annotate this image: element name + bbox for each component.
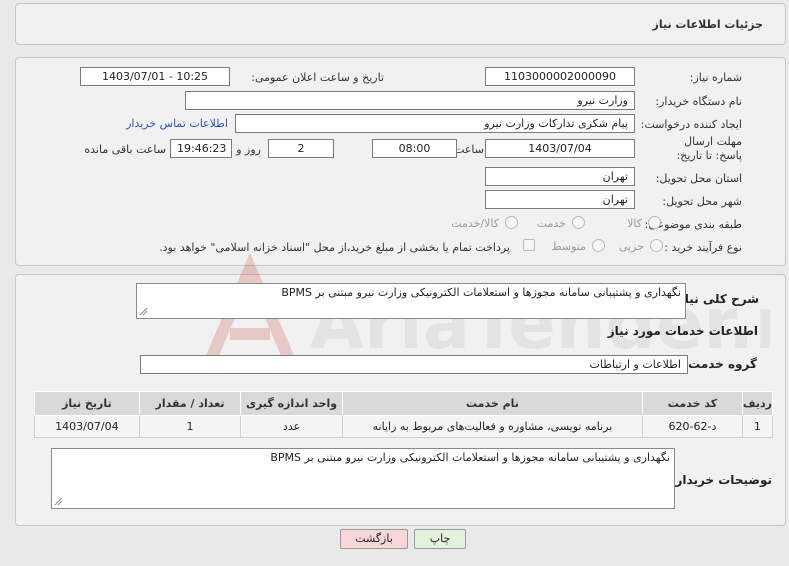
summary-textarea[interactable]: نگهداری و پشتیبانی سامانه مجوزها و استعل… (136, 283, 686, 319)
category-both-radio[interactable] (505, 216, 518, 229)
deadline-time-label: ساعت (454, 143, 484, 156)
back-button[interactable]: بازگشت (340, 529, 408, 549)
deadline-time-field: 08:00 (372, 139, 457, 158)
services-table: ردیف کد خدمت نام خدمت واحد اندازه گیری ت… (34, 391, 774, 438)
remaining-time-field: 19:46:23 (170, 139, 232, 158)
service-group-field: اطلاعات و ارتباطات (140, 355, 688, 374)
city-field: تهران (485, 190, 635, 209)
summary-text: نگهداری و پشتیبانی سامانه مجوزها و استعل… (281, 286, 681, 299)
category-goods-label: کالا (627, 217, 642, 230)
treasury-payment-checkbox[interactable] (523, 239, 535, 251)
cell-need-date: 1403/07/04 (34, 415, 140, 438)
process-minor-radio[interactable] (650, 239, 663, 252)
process-medium-label: متوسط (551, 240, 586, 253)
col-quantity: تعداد / مقدار (138, 391, 242, 416)
services-table-header: ردیف کد خدمت نام خدمت واحد اندازه گیری ت… (34, 391, 774, 416)
process-minor-label: جزیی (618, 240, 644, 253)
announce-date-field: 1403/07/01 - 10:25 (80, 67, 230, 86)
cell-service-code: د-62-620 (642, 415, 743, 438)
page-header: جزئیات اطلاعات نیاز (15, 3, 786, 45)
col-row: ردیف (741, 391, 774, 416)
need-info-panel (15, 57, 786, 266)
need-number-label: شماره نیاز: (689, 71, 742, 84)
col-unit: واحد اندازه گیری (240, 391, 343, 416)
treasury-payment-note: پرداخت تمام یا بخشی از مبلغ خرید،از محل … (159, 241, 510, 254)
print-button[interactable]: چاپ (414, 529, 466, 549)
province-field: تهران (485, 167, 635, 186)
province-label: استان محل تحویل: (655, 172, 742, 185)
table-row: 1 د-62-620 برنامه نویسی، مشاوره و فعالیت… (34, 415, 774, 438)
resize-grip-icon[interactable] (139, 307, 148, 316)
need-number-field: 1103000002000090 (485, 67, 635, 86)
category-service-label: خدمت (536, 217, 566, 230)
buyer-org-field: وزارت نیرو (185, 91, 635, 110)
col-service-name: نام خدمت (341, 391, 644, 416)
remaining-label: ساعت باقی مانده (84, 143, 166, 156)
col-need-date: تاریخ نیاز (34, 391, 140, 416)
category-service-radio[interactable] (572, 216, 585, 229)
cell-quantity: 1 (138, 415, 242, 438)
buyer-notes-text: نگهداری و پشتیبانی سامانه مجوزها و استعل… (270, 451, 670, 464)
buyer-contact-link[interactable]: اطلاعات تماس خریدار (126, 117, 228, 130)
services-section-title: اطلاعات خدمات مورد نیاز (607, 324, 758, 338)
col-service-code: کد خدمت (642, 391, 743, 416)
days-label: روز و (236, 143, 261, 156)
days-field: 2 (268, 139, 334, 158)
category-goods-radio[interactable] (648, 216, 661, 229)
cell-row: 1 (741, 415, 774, 438)
creator-field: پیام شکری تدارکات وزارت نیرو (235, 114, 635, 133)
city-label: شهر محل تحویل: (662, 195, 742, 208)
cell-service-name: برنامه نویسی، مشاوره و فعالیت‌های مربوط … (341, 415, 644, 438)
page-title: جزئیات اطلاعات نیاز (652, 18, 764, 31)
deadline-label-text: مهلت ارسال پاسخ: تا تاریخ: (676, 135, 742, 162)
cell-unit: عدد (240, 415, 343, 438)
announce-date-label: تاریخ و ساعت اعلان عمومی: (251, 71, 384, 84)
buyer-notes-label: توضیحات خریدار: (670, 473, 772, 487)
resize-grip-icon[interactable] (54, 497, 63, 506)
buyer-org-label: نام دستگاه خریدار: (655, 95, 742, 108)
category-both-label: کالا/خدمت (451, 217, 499, 230)
buyer-notes-textarea[interactable]: نگهداری و پشتیبانی سامانه مجوزها و استعل… (51, 448, 675, 509)
creator-label: ایجاد کننده درخواست: (640, 118, 742, 131)
process-medium-radio[interactable] (592, 239, 605, 252)
service-group-label: گروه خدمت: (683, 357, 757, 371)
deadline-label: مهلت ارسال پاسخ: تا تاریخ: (672, 135, 742, 163)
process-label: نوع فرآیند خرید : (664, 241, 742, 254)
deadline-date-field: 1403/07/04 (485, 139, 635, 158)
